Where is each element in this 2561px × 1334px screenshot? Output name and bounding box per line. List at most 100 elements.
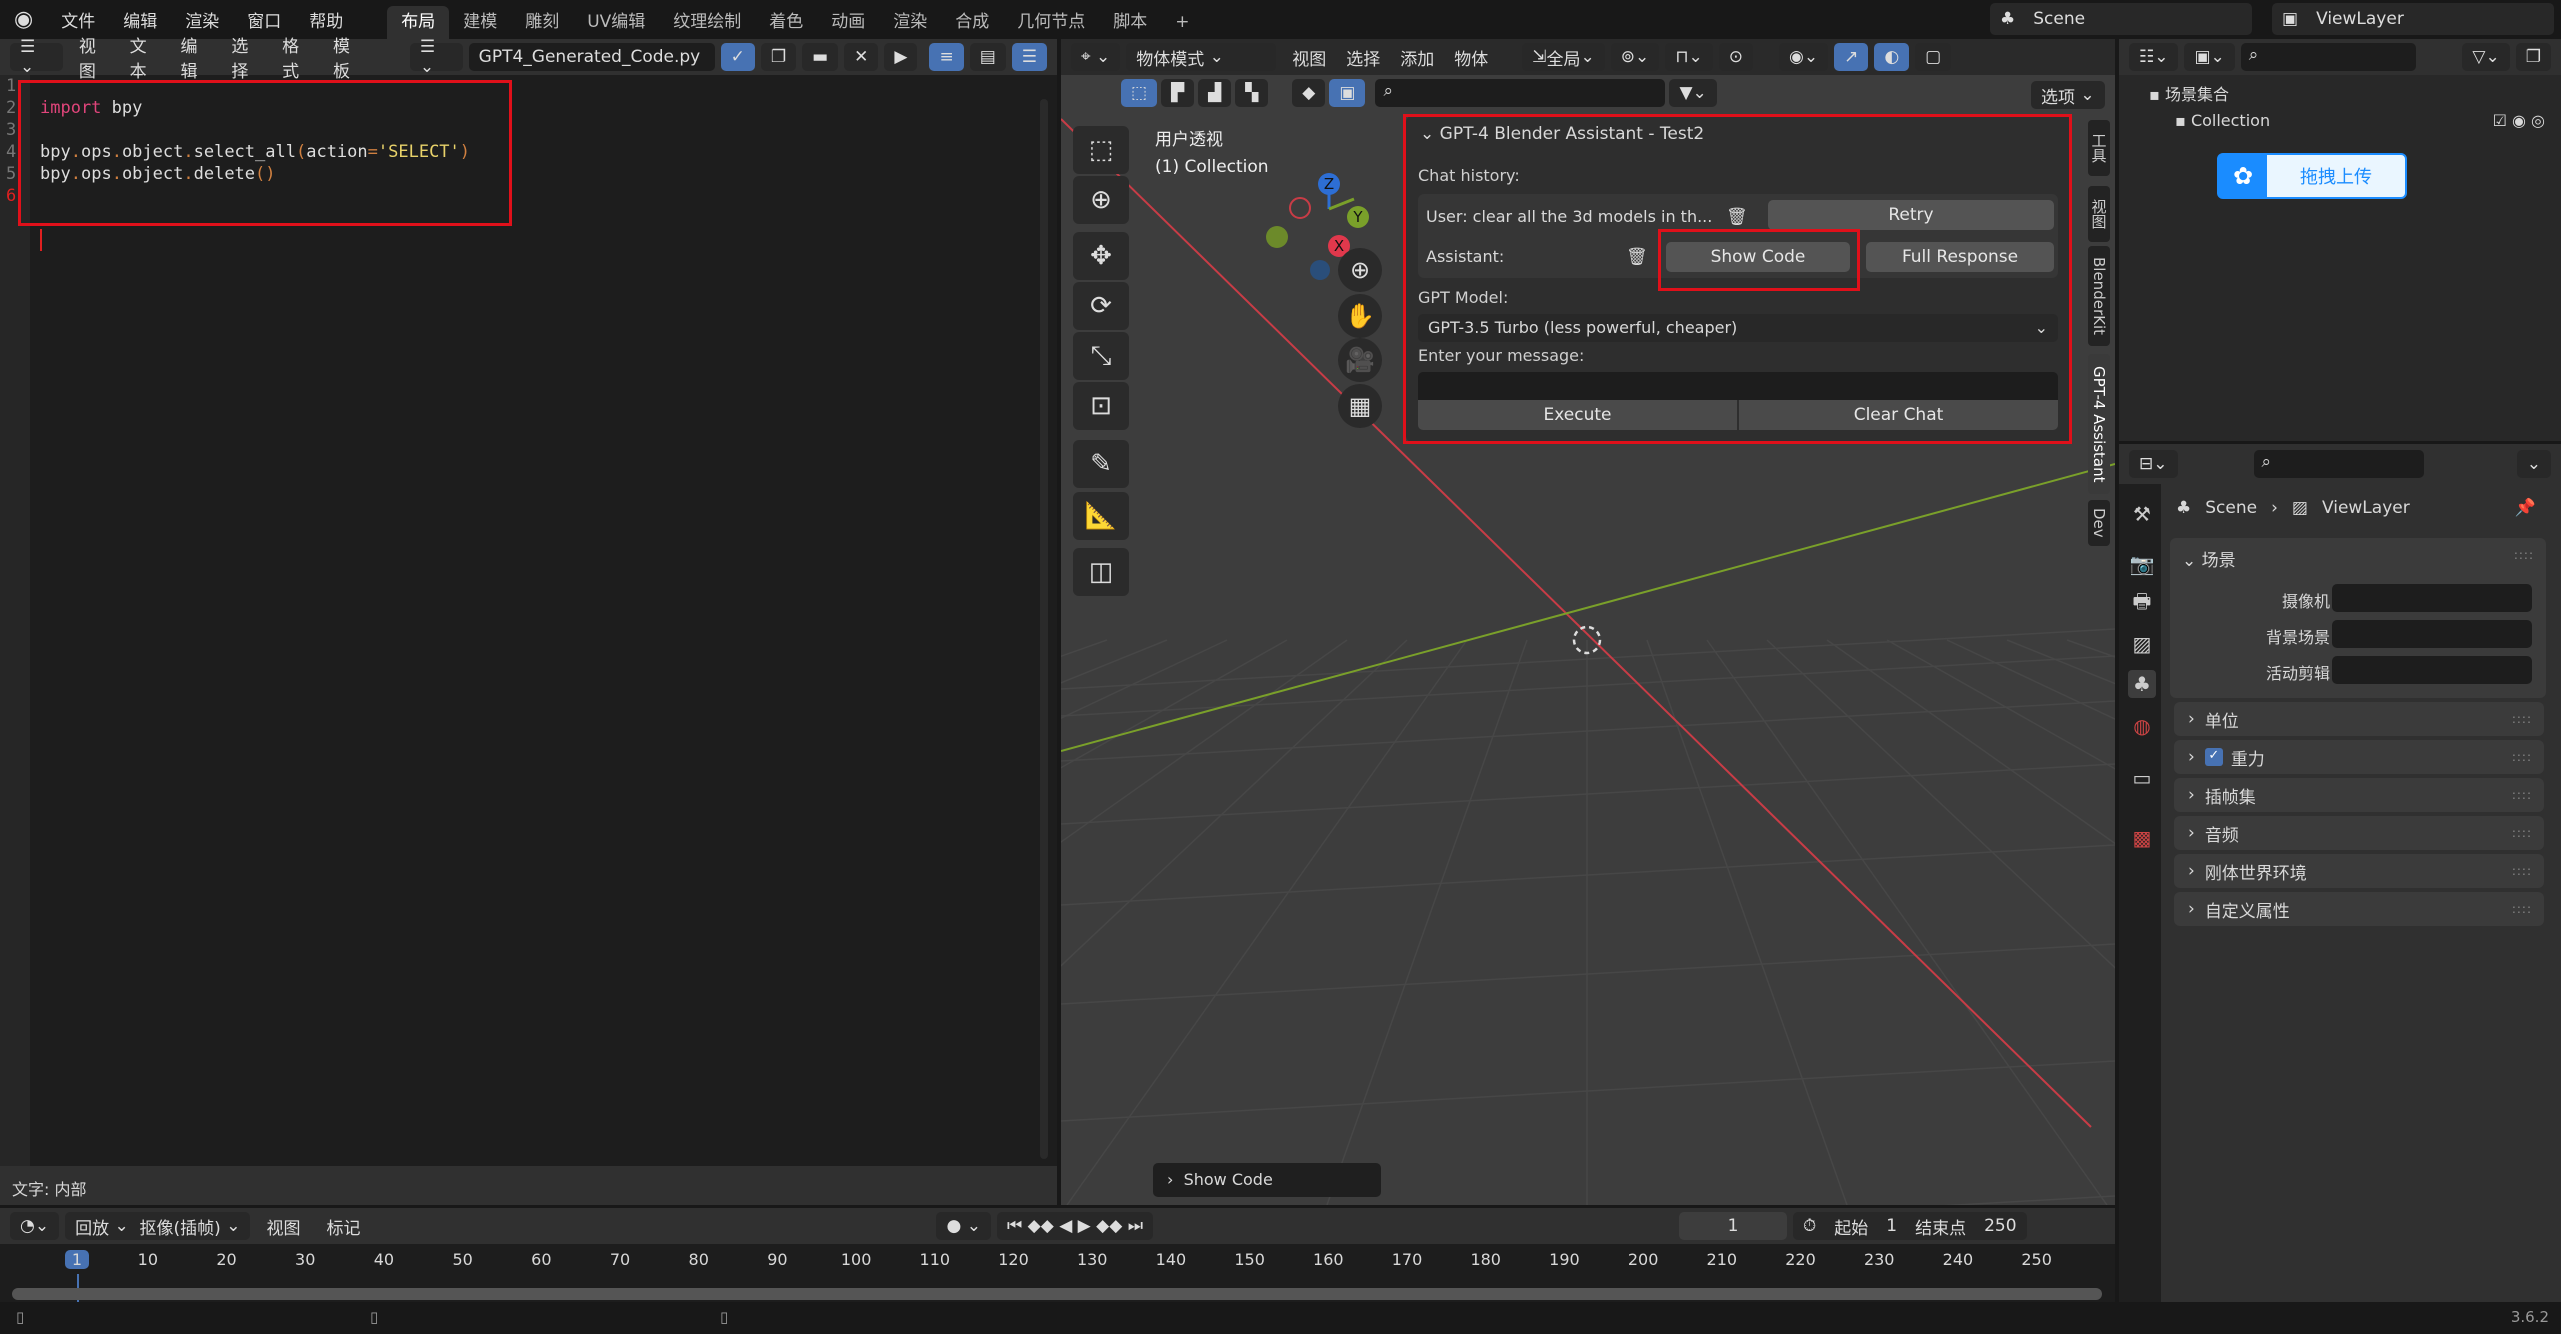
mode-dropdown[interactable]: 物体模式 ⌄ — [1126, 43, 1277, 71]
select-box-mode[interactable]: ⬚ — [1121, 79, 1158, 107]
shield-check-icon[interactable]: ✓ — [720, 43, 755, 71]
snap-icon[interactable]: ⊓⌄ — [1665, 43, 1713, 71]
collection-row[interactable]: ▪ Collection ☑ ◉ ◎ — [2175, 111, 2555, 130]
properties-section[interactable]: › 刚体世界环境:::: — [2174, 854, 2544, 888]
property-field[interactable] — [2332, 584, 2532, 612]
properties-section[interactable]: › 单位:::: — [2174, 702, 2544, 736]
xray-toggle[interactable]: ▢ — [1915, 43, 1952, 71]
texture-tab-icon[interactable]: ▩ — [2128, 824, 2156, 852]
playback-controls[interactable]: ⏮ ◆◆ ◀ ▶ ◆◆ ⏭ — [996, 1212, 1154, 1240]
view-menu[interactable]: 视图 — [256, 1214, 310, 1239]
editor-type-button[interactable]: ◔⌄ — [10, 1212, 60, 1240]
drag-handle-icon[interactable]: :::: — [2512, 750, 2532, 764]
workspace-tab[interactable]: 合成 — [941, 6, 1003, 39]
properties-section[interactable]: › 自定义属性:::: — [2174, 892, 2544, 926]
viewport-menu[interactable]: 物体 — [1444, 45, 1498, 70]
record-button[interactable]: ● ⌄ — [936, 1212, 991, 1240]
add-workspace-button[interactable]: + — [1161, 6, 1203, 39]
sidebar-tab[interactable]: 视图 — [2088, 186, 2110, 242]
menu-item[interactable]: 编辑 — [109, 7, 171, 32]
pan-hand-icon[interactable]: ✋ — [1338, 294, 1382, 338]
editor-type-button[interactable]: ☰ ⌄ — [10, 37, 63, 77]
gizmo-z[interactable]: Z — [1324, 175, 1334, 193]
menu-item[interactable]: 帮助 — [295, 7, 357, 32]
drag-handle-icon[interactable]: :::: — [2512, 864, 2532, 878]
blender-logo-icon[interactable]: ◉ — [0, 7, 47, 32]
current-frame-field[interactable]: 1 — [1679, 1212, 1788, 1240]
view-layer-selector[interactable]: ▣ ViewLayer — [2272, 3, 2554, 35]
view-layer-tab-icon[interactable]: ▨ — [2128, 630, 2156, 658]
overlay-toggle[interactable]: ◐ — [1874, 43, 1910, 71]
viewport-menu[interactable]: 添加 — [1390, 45, 1444, 70]
run-script-button[interactable]: ▶ — [884, 43, 918, 71]
tool-tab-icon[interactable]: ⚒ — [2128, 500, 2156, 528]
drag-handle-icon[interactable]: :::: — [2512, 712, 2532, 726]
menu-item[interactable]: 文件 — [47, 7, 109, 32]
new-text-icon[interactable]: ❐ — [760, 43, 797, 71]
word-wrap-toggle[interactable]: ▤ — [969, 43, 1006, 71]
playback-dropdown[interactable]: 回放 ⌄ 抠像(插帧) ⌄ — [65, 1212, 251, 1240]
shading-solid-icon[interactable]: ◆ — [1292, 79, 1326, 107]
rotate-tool[interactable]: ⟳ — [1073, 282, 1129, 330]
property-field[interactable] — [2332, 620, 2532, 648]
outliner-search[interactable]: ⌕ — [2240, 43, 2416, 71]
transform-orientation[interactable]: ⇲ 全局 ⌄ — [1522, 43, 1605, 71]
cursor-tool[interactable]: ⊕ — [1073, 176, 1129, 224]
workspace-tab[interactable]: 渲染 — [879, 6, 941, 39]
pivot-icon[interactable]: ⊚⌄ — [1610, 43, 1660, 71]
output-tab-icon[interactable]: 🖶 — [2128, 589, 2156, 618]
drag-handle-icon[interactable]: :::: — [2512, 826, 2532, 840]
new-collection-icon[interactable]: ❐ — [2515, 43, 2551, 71]
drag-handle-icon[interactable]: :::: — [2512, 902, 2532, 916]
move-tool[interactable]: ✥ — [1073, 232, 1129, 280]
measure-tool[interactable]: 📐 — [1073, 492, 1129, 540]
gizmo-y[interactable]: Y — [1352, 208, 1363, 226]
close-icon[interactable]: ✕ — [844, 43, 879, 71]
text-browse-button[interactable]: ☰ ⌄ — [409, 37, 463, 77]
workspace-tab[interactable]: 几何节点 — [1003, 6, 1099, 39]
workspace-tab[interactable]: 布局 — [387, 6, 450, 39]
gizmo-x[interactable]: X — [1334, 237, 1344, 255]
viewport-search[interactable]: ⌕ — [1375, 79, 1666, 107]
workspace-tab[interactable]: 着色 — [755, 6, 817, 39]
properties-section[interactable]: › ✓ 重力:::: — [2174, 740, 2544, 774]
last-operator-panel[interactable]: › Show Code — [1153, 1163, 1381, 1197]
viewport-menu[interactable]: 视图 — [1282, 45, 1336, 70]
marker-menu[interactable]: 标记 — [316, 1214, 370, 1239]
timeline-scrollbar[interactable] — [12, 1288, 2102, 1300]
viewport-menu[interactable]: 选择 — [1336, 45, 1390, 70]
select-intersect-mode[interactable]: ▚ — [1235, 79, 1269, 107]
visibility-icon[interactable]: ◉⌄ — [1779, 43, 1829, 71]
pin-icon[interactable]: 📌 — [2515, 498, 2536, 518]
sidebar-tab[interactable]: 工具 — [2088, 120, 2110, 176]
editor-type-button[interactable]: ⊟⌄ — [2129, 450, 2178, 478]
open-folder-icon[interactable]: ▬ — [802, 43, 839, 71]
property-field[interactable] — [2332, 656, 2532, 684]
options-chevron[interactable]: ⌄ — [2516, 450, 2551, 478]
camera-icon[interactable]: 🎥 — [1338, 338, 1382, 382]
workspace-tab[interactable]: 脚本 — [1099, 6, 1161, 39]
annotate-tool[interactable]: ✎ — [1073, 440, 1129, 488]
workspace-tab[interactable]: 动画 — [817, 6, 879, 39]
editor-type-button[interactable]: ☷⌄ — [2129, 43, 2179, 71]
workspace-tab[interactable]: 纹理绘制 — [659, 6, 755, 39]
menu-item[interactable]: 渲染 — [171, 7, 233, 32]
frame-range[interactable]: ⏱ 起始 1 结束点 250 — [1793, 1212, 2027, 1240]
render-tab-icon[interactable]: 📷 — [2128, 550, 2156, 578]
filter-icon[interactable]: ▽⌄ — [2462, 43, 2510, 71]
filename-field[interactable]: GPT4_Generated_Code.py — [468, 43, 715, 71]
editor-type-button[interactable]: ⌖ ⌄ — [1071, 43, 1121, 71]
scene-section-header[interactable]: ⌄ 场景 — [2182, 546, 2236, 571]
zoom-icon[interactable]: ⊕ — [1338, 248, 1382, 292]
gizmo-toggle[interactable]: ↗ — [1834, 43, 1869, 71]
playhead[interactable]: 1 — [65, 1250, 89, 1269]
sidebar-tab[interactable]: GPT-4 Assistant — [2088, 354, 2110, 494]
syntax-highlight-toggle[interactable]: ☰ — [1011, 43, 1048, 71]
display-mode-button[interactable]: ▣⌄ — [2184, 43, 2235, 71]
upload-button[interactable]: ✿ 拖拽上传 — [2217, 153, 2407, 199]
select-extend-mode[interactable]: ▛ — [1161, 79, 1195, 107]
transform-tool[interactable]: ⊡ — [1073, 382, 1129, 430]
collection-tab-icon[interactable]: ▭ — [2128, 764, 2156, 792]
add-cube-tool[interactable]: ◫ — [1073, 548, 1129, 596]
scrollbar[interactable] — [1040, 99, 1048, 1159]
